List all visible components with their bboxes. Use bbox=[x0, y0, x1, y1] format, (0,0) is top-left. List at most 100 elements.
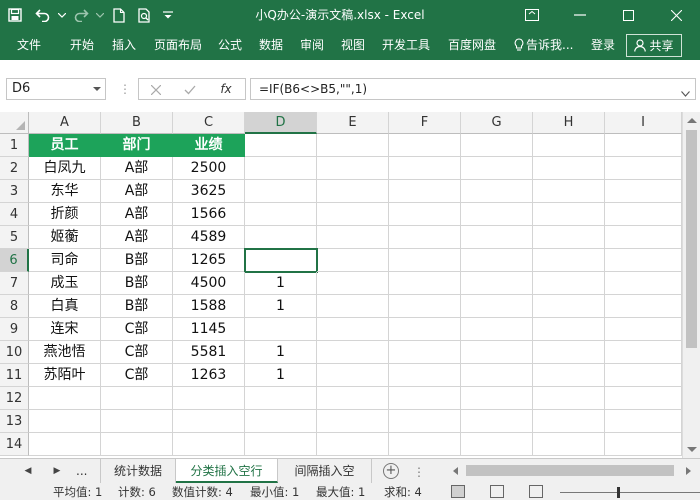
cell-a10[interactable]: 燕池悟 bbox=[29, 341, 101, 364]
cell-a4[interactable]: 折颜 bbox=[29, 203, 101, 226]
cell-c8[interactable]: 1588 bbox=[173, 295, 245, 318]
column-header-e[interactable]: E bbox=[317, 112, 389, 134]
scroll-thumb[interactable] bbox=[686, 130, 697, 348]
tab-sheet-category-insert[interactable]: 分类插入空行 bbox=[176, 459, 278, 483]
column-header-c[interactable]: C bbox=[173, 112, 245, 134]
cell-h14[interactable] bbox=[533, 433, 605, 456]
row-header[interactable]: 12 bbox=[0, 387, 29, 410]
cell-a14[interactable] bbox=[29, 433, 101, 456]
cell-d6[interactable] bbox=[244, 248, 318, 273]
cell-d13[interactable] bbox=[245, 410, 317, 433]
horizontal-scroll-thumb[interactable] bbox=[466, 465, 674, 476]
cell-i3[interactable] bbox=[605, 180, 682, 203]
cell-g13[interactable] bbox=[461, 410, 533, 433]
scroll-up-icon[interactable] bbox=[687, 118, 697, 123]
chevron-down-icon[interactable] bbox=[93, 87, 101, 91]
cell-a3[interactable]: 东华 bbox=[29, 180, 101, 203]
cell-b8[interactable]: B部 bbox=[101, 295, 173, 318]
cell-i11[interactable] bbox=[605, 364, 682, 387]
cell-a12[interactable] bbox=[29, 387, 101, 410]
cell[interactable] bbox=[317, 134, 389, 157]
cell-d14[interactable] bbox=[245, 433, 317, 456]
cell-g12[interactable] bbox=[461, 387, 533, 410]
cell-f3[interactable] bbox=[389, 180, 461, 203]
cell-a13[interactable] bbox=[29, 410, 101, 433]
cell-b2[interactable]: A部 bbox=[101, 157, 173, 180]
cell-f6[interactable] bbox=[389, 249, 461, 272]
page-layout-view-icon[interactable] bbox=[490, 485, 504, 498]
scroll-right-icon[interactable] bbox=[686, 467, 691, 475]
row-header[interactable]: 8 bbox=[0, 295, 29, 318]
cell-e7[interactable] bbox=[317, 272, 389, 295]
cell-e4[interactable] bbox=[317, 203, 389, 226]
cell-f13[interactable] bbox=[389, 410, 461, 433]
cell-h8[interactable] bbox=[533, 295, 605, 318]
cell-i9[interactable] bbox=[605, 318, 682, 341]
cell-a6[interactable]: 司命 bbox=[29, 249, 101, 272]
scroll-down-icon[interactable] bbox=[687, 447, 697, 452]
cell-c12[interactable] bbox=[173, 387, 245, 410]
cell-b12[interactable] bbox=[101, 387, 173, 410]
vertical-scrollbar[interactable] bbox=[682, 112, 700, 458]
cell-g4[interactable] bbox=[461, 203, 533, 226]
cell[interactable] bbox=[245, 134, 317, 157]
tab-review[interactable]: 审阅 bbox=[300, 30, 324, 60]
cell-e2[interactable] bbox=[317, 157, 389, 180]
tab-insert[interactable]: 插入 bbox=[112, 30, 136, 60]
cell-g6[interactable] bbox=[461, 249, 533, 272]
select-all-corner[interactable] bbox=[0, 112, 29, 134]
cell-h2[interactable] bbox=[533, 157, 605, 180]
cell-g8[interactable] bbox=[461, 295, 533, 318]
cell-d7[interactable]: 1 bbox=[245, 272, 317, 295]
row-header[interactable]: 6 bbox=[0, 249, 29, 272]
cell-c2[interactable]: 2500 bbox=[173, 157, 245, 180]
row-header[interactable]: 11 bbox=[0, 364, 29, 387]
tab-page-layout[interactable]: 页面布局 bbox=[154, 30, 202, 60]
cell-b10[interactable]: C部 bbox=[101, 341, 173, 364]
cell-g3[interactable] bbox=[461, 180, 533, 203]
cell-e5[interactable] bbox=[317, 226, 389, 249]
zoom-slider[interactable] bbox=[560, 492, 700, 493]
cell-f9[interactable] bbox=[389, 318, 461, 341]
undo-icon[interactable] bbox=[30, 0, 56, 30]
row-header[interactable]: 2 bbox=[0, 157, 29, 180]
cell-c11[interactable]: 1263 bbox=[173, 364, 245, 387]
cell-a9[interactable]: 连宋 bbox=[29, 318, 101, 341]
cell-i6[interactable] bbox=[605, 249, 682, 272]
share-button[interactable]: 共享 bbox=[626, 34, 682, 57]
chevron-down-icon[interactable] bbox=[94, 0, 106, 30]
ribbon-display-icon[interactable] bbox=[508, 0, 556, 30]
cell-i8[interactable] bbox=[605, 295, 682, 318]
cell-d9[interactable] bbox=[245, 318, 317, 341]
column-header-f[interactable]: F bbox=[389, 112, 461, 134]
column-header-h[interactable]: H bbox=[533, 112, 605, 134]
header-cell[interactable]: 部门 bbox=[101, 134, 173, 157]
row-header[interactable]: 9 bbox=[0, 318, 29, 341]
tab-data[interactable]: 数据 bbox=[259, 30, 283, 60]
add-sheet-icon[interactable]: + bbox=[383, 463, 399, 479]
cell-b5[interactable]: A部 bbox=[101, 226, 173, 249]
cell-g11[interactable] bbox=[461, 364, 533, 387]
cell-a7[interactable]: 成玉 bbox=[29, 272, 101, 295]
row-header[interactable]: 10 bbox=[0, 341, 29, 364]
row-header[interactable]: 3 bbox=[0, 180, 29, 203]
cell-g7[interactable] bbox=[461, 272, 533, 295]
cell-f10[interactable] bbox=[389, 341, 461, 364]
cell-h11[interactable] bbox=[533, 364, 605, 387]
prev-sheet-icon[interactable]: ◀ bbox=[18, 459, 38, 483]
formula-input[interactable]: =IF(B6<>B5,"",1) bbox=[250, 78, 696, 100]
cell-i13[interactable] bbox=[605, 410, 682, 433]
check-icon[interactable] bbox=[173, 80, 207, 99]
column-header-d[interactable]: D bbox=[245, 112, 317, 134]
chevron-down-icon[interactable] bbox=[681, 85, 690, 105]
cell-b6[interactable]: B部 bbox=[101, 249, 173, 272]
cell-g2[interactable] bbox=[461, 157, 533, 180]
column-header-i[interactable]: I bbox=[605, 112, 682, 134]
cell-d2[interactable] bbox=[245, 157, 317, 180]
cell-c14[interactable] bbox=[173, 433, 245, 456]
cell-a11[interactable]: 苏陌叶 bbox=[29, 364, 101, 387]
cell-b14[interactable] bbox=[101, 433, 173, 456]
cell-g5[interactable] bbox=[461, 226, 533, 249]
column-header-b[interactable]: B bbox=[101, 112, 173, 134]
cell-b13[interactable] bbox=[101, 410, 173, 433]
